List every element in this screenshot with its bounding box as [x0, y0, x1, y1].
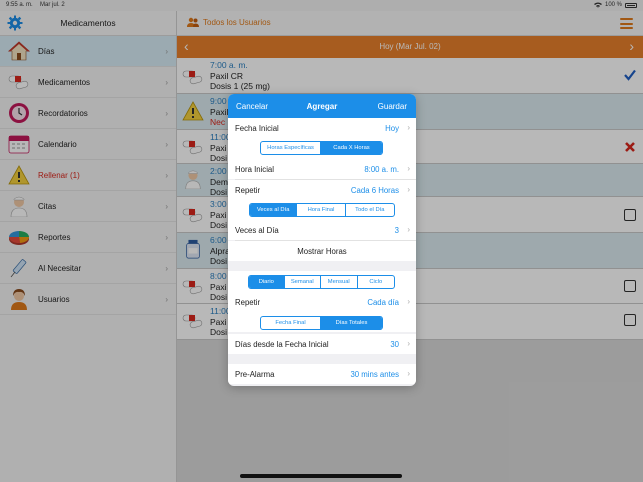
seg-monthly[interactable]: Mensual: [321, 276, 358, 288]
modal-header: Cancelar Agregar Guardar: [228, 94, 416, 118]
seg-cycle[interactable]: Ciclo: [358, 276, 394, 288]
start-time-label: Hora Inicial: [235, 165, 274, 174]
show-hours-button[interactable]: Mostrar Horas: [228, 247, 416, 256]
seg-end-date[interactable]: Fecha Final: [261, 317, 322, 329]
pre-alarm-value: 30 mins antes: [350, 370, 399, 379]
pre-alarm-row[interactable]: Pre-Alarma 30 mins antes ›: [228, 364, 416, 384]
chevron-right-icon: ›: [407, 369, 410, 378]
repeat-label: Repetir: [235, 186, 261, 195]
repeat2-label: Repetir: [235, 298, 261, 307]
show-hours-row[interactable]: Mostrar Horas: [228, 241, 416, 261]
times-segmented-control: Veces al Día Hora Final Todo el Día: [249, 203, 395, 217]
seg-all-day[interactable]: Todo el Día: [346, 204, 394, 216]
seg-every-x-hours[interactable]: Cada X Horas: [321, 142, 382, 154]
repeat2-value: Cada día: [367, 298, 399, 307]
seg-total-days[interactable]: Días Totales: [321, 317, 382, 329]
add-schedule-modal: Cancelar Agregar Guardar Fecha Inicial H…: [228, 94, 416, 386]
save-button[interactable]: Guardar: [378, 102, 407, 111]
start-date-label: Fecha Inicial: [235, 124, 279, 133]
start-date-value: Hoy: [385, 124, 399, 133]
times-per-day-value: 3: [394, 226, 399, 235]
chevron-right-icon: ›: [407, 225, 410, 234]
mode-segmented-control: Horas Específicas Cada X Horas: [260, 141, 383, 155]
repeat-row[interactable]: Repetir Cada 6 Horas ›: [228, 180, 416, 200]
seg-daily[interactable]: Diario: [249, 276, 285, 288]
chevron-right-icon: ›: [407, 164, 410, 173]
start-date-row[interactable]: Fecha Inicial Hoy ›: [228, 118, 416, 138]
seg-weekly[interactable]: Semanal: [285, 276, 322, 288]
times-per-day-row[interactable]: Veces al Día 3 ›: [228, 220, 416, 240]
home-indicator: [240, 474, 402, 478]
chevron-right-icon: ›: [407, 185, 410, 194]
times-per-day-label: Veces al Día: [235, 226, 279, 235]
start-time-row[interactable]: Hora Inicial 8:00 a. m. ›: [228, 159, 416, 179]
chevron-right-icon: ›: [407, 339, 410, 348]
days-from-start-value: 30: [390, 340, 399, 349]
repeat-value: Cada 6 Horas: [350, 186, 399, 195]
days-from-start-row[interactable]: Días desde la Fecha Inicial 30 ›: [228, 334, 416, 354]
end-segmented-control: Fecha Final Días Totales: [260, 316, 383, 330]
frequency-segmented-control: Diario Semanal Mensual Ciclo: [248, 275, 395, 289]
repeat2-row[interactable]: Repetir Cada día ›: [228, 292, 416, 312]
chevron-right-icon: ›: [407, 297, 410, 306]
seg-specific-hours[interactable]: Horas Específicas: [261, 142, 322, 154]
start-time-value: 8:00 a. m.: [364, 165, 399, 174]
seg-times-per-day[interactable]: Veces al Día: [250, 204, 298, 216]
pre-alarm-label: Pre-Alarma: [235, 370, 275, 379]
chevron-right-icon: ›: [407, 123, 410, 132]
seg-end-time[interactable]: Hora Final: [297, 204, 346, 216]
days-from-start-label: Días desde la Fecha Inicial: [235, 340, 329, 349]
